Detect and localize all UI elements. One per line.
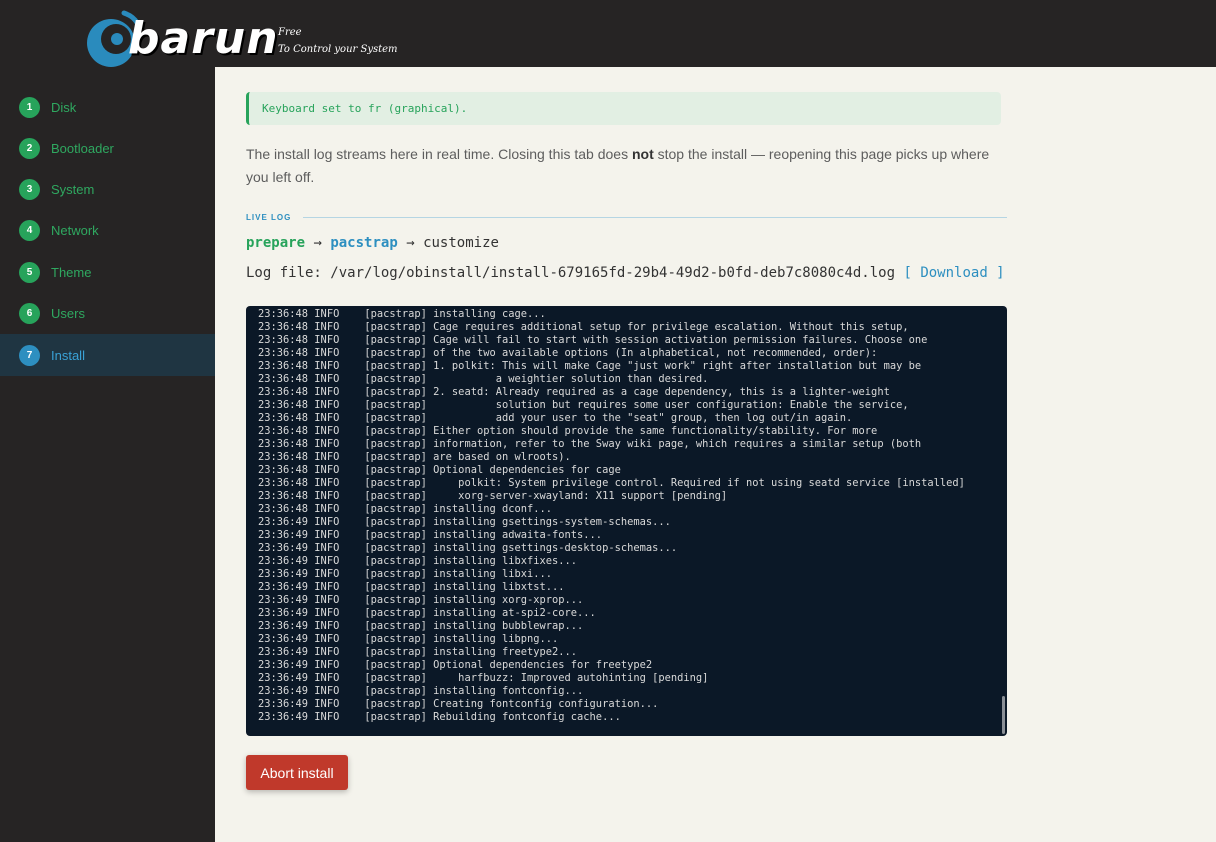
sidebar-step-install[interactable]: 7 Install — [0, 334, 215, 376]
log-line: 23:36:48 INFO [pacstrap] Cage requires a… — [258, 321, 909, 333]
brand-tagline-free: Free — [278, 27, 302, 38]
sidebar-step-label: Users — [51, 305, 85, 321]
keyboard-notice: Keyboard set to fr (graphical). — [246, 92, 1001, 125]
step-number-badge: 5 — [19, 261, 40, 283]
log-line: 23:36:48 INFO [pacstrap] are based on wl… — [258, 451, 571, 463]
sidebar-step-bootloader[interactable]: 2 Bootloader — [0, 127, 215, 169]
step-number-badge: 4 — [19, 219, 40, 241]
sidebar-step-theme[interactable]: 5 Theme — [0, 251, 215, 293]
live-log-heading: LIVE LOG — [246, 211, 1007, 223]
header: barun Free To Control your System — [0, 0, 1216, 67]
log-line: 23:36:48 INFO [pacstrap] of the two avai… — [258, 347, 878, 359]
log-line: 23:36:49 INFO [pacstrap] installing libx… — [258, 568, 553, 580]
step-number-badge: 6 — [19, 302, 40, 324]
divider — [303, 216, 1007, 218]
sidebar: 1 Disk 2 Bootloader 3 System 4 Network 5… — [0, 67, 215, 842]
log-line: 23:36:48 INFO [pacstrap] a weightier sol… — [258, 373, 709, 385]
install-pipeline: prepare → pacstrap → customize — [246, 235, 1007, 251]
log-line: 23:36:49 INFO [pacstrap] installing gset… — [258, 542, 678, 554]
terminal-scrollbar[interactable] — [1002, 696, 1005, 734]
log-line: 23:36:48 INFO [pacstrap] solution but re… — [258, 399, 909, 411]
log-line: 23:36:48 INFO [pacstrap] installing dcon… — [258, 503, 553, 515]
log-line: 23:36:48 INFO [pacstrap] installing cage… — [258, 308, 546, 320]
intro-text-emphasis: not — [631, 146, 654, 162]
stage-arrow-icon: → — [406, 235, 415, 251]
intro-text-start: The install log streams here in real tim… — [246, 146, 632, 162]
log-line: 23:36:49 INFO [pacstrap] installing font… — [258, 685, 584, 697]
log-line: 23:36:49 INFO [pacstrap] installing libp… — [258, 633, 559, 645]
log-line: 23:36:48 INFO [pacstrap] add your user t… — [258, 412, 853, 424]
log-output: 23:36:48 INFO [pacstrap] installing cage… — [258, 308, 1003, 724]
log-line: 23:36:49 INFO [pacstrap] installing libx… — [258, 555, 578, 567]
download-log-link[interactable]: [ Download ] — [903, 265, 1004, 281]
log-line: 23:36:49 INFO [pacstrap] installing at-s… — [258, 607, 596, 619]
stage-pacstrap: pacstrap — [330, 235, 398, 251]
brand-name: barun — [128, 13, 279, 64]
sidebar-step-label: Install — [51, 347, 85, 363]
logo[interactable]: barun Free To Control your System — [84, 9, 398, 67]
stage-prepare: prepare — [246, 235, 306, 251]
log-line: 23:36:48 INFO [pacstrap] polkit: System … — [258, 477, 965, 489]
log-line: 23:36:49 INFO [pacstrap] installing free… — [258, 646, 578, 658]
log-line: 23:36:49 INFO [pacstrap] Optional depend… — [258, 659, 653, 671]
log-line: 23:36:49 INFO [pacstrap] installing xorg… — [258, 594, 584, 606]
stage-customize: customize — [423, 235, 499, 251]
log-line: 23:36:49 INFO [pacstrap] harfbuzz: Impro… — [258, 672, 709, 684]
log-file-path: /var/log/obinstall/install-679165fd-29b4… — [330, 265, 896, 281]
log-line: 23:36:49 INFO [pacstrap] installing gset… — [258, 516, 671, 528]
log-line: 23:36:48 INFO [pacstrap] Optional depend… — [258, 464, 621, 476]
sidebar-step-disk[interactable]: 1 Disk — [0, 86, 215, 128]
log-line: 23:36:48 INFO [pacstrap] Cage will fail … — [258, 334, 928, 346]
log-line: 23:36:49 INFO [pacstrap] installing libx… — [258, 581, 565, 593]
log-line: 23:36:48 INFO [pacstrap] 2. seatd: Alrea… — [258, 386, 890, 398]
sidebar-step-label: Disk — [51, 99, 77, 115]
step-number-badge: 2 — [19, 137, 40, 159]
sidebar-step-label: Bootloader — [51, 140, 114, 156]
step-number-badge: 7 — [19, 344, 40, 366]
live-log-title: LIVE LOG — [246, 212, 292, 222]
sidebar-step-label: Theme — [51, 264, 92, 280]
log-file-line: Log file: /var/log/obinstall/install-679… — [246, 265, 1007, 282]
sidebar-step-users[interactable]: 6 Users — [0, 292, 215, 334]
brand-tagline: To Control your System — [278, 44, 398, 55]
log-line: 23:36:48 INFO [pacstrap] xorg-server-xwa… — [258, 490, 728, 502]
log-line: 23:36:48 INFO [pacstrap] 1. polkit: This… — [258, 360, 922, 372]
step-number-badge: 1 — [19, 96, 40, 118]
sidebar-step-label: System — [51, 181, 95, 197]
log-line: 23:36:49 INFO [pacstrap] installing adwa… — [258, 529, 603, 541]
abort-install-button[interactable]: Abort install — [246, 755, 348, 790]
sidebar-step-label: Network — [51, 222, 99, 238]
sidebar-step-system[interactable]: 3 System — [0, 168, 215, 210]
stage-arrow-icon: → — [313, 235, 322, 251]
log-terminal[interactable]: 23:36:48 INFO [pacstrap] installing cage… — [246, 306, 1007, 736]
sidebar-step-network[interactable]: 4 Network — [0, 209, 215, 251]
log-line: 23:36:49 INFO [pacstrap] Creating fontco… — [258, 698, 659, 710]
intro-text: The install log streams here in real tim… — [246, 143, 1007, 189]
step-number-badge: 3 — [19, 178, 40, 200]
log-line: 23:36:49 INFO [pacstrap] installing bubb… — [258, 620, 584, 632]
log-file-label: Log file: — [246, 265, 331, 281]
log-line: 23:36:48 INFO [pacstrap] Either option s… — [258, 425, 878, 437]
log-line: 23:36:48 INFO [pacstrap] information, re… — [258, 438, 922, 450]
log-line: 23:36:49 INFO [pacstrap] Rebuilding font… — [258, 711, 621, 723]
